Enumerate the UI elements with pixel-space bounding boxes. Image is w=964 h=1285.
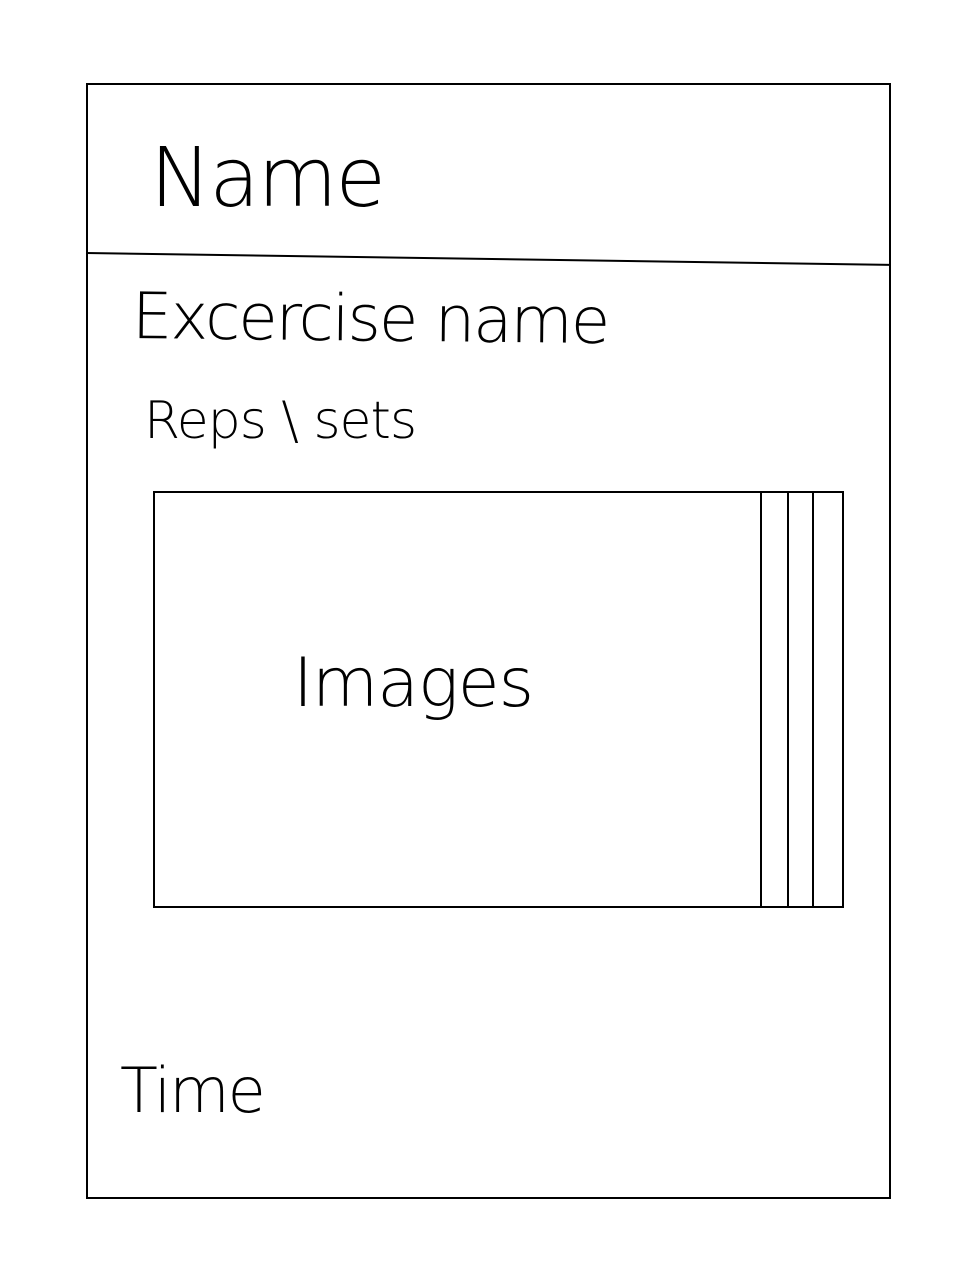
stacked-image-edge [812, 493, 814, 906]
stacked-image-edge [787, 493, 789, 906]
images-placeholder-label: Images [293, 644, 534, 723]
exercise-name: Excercise name [131, 280, 609, 359]
reps-sets: Reps \ sets [144, 391, 417, 451]
workout-name: Name [150, 131, 386, 226]
exercise-time: Time [120, 1054, 266, 1127]
stacked-image-edge [760, 493, 762, 906]
